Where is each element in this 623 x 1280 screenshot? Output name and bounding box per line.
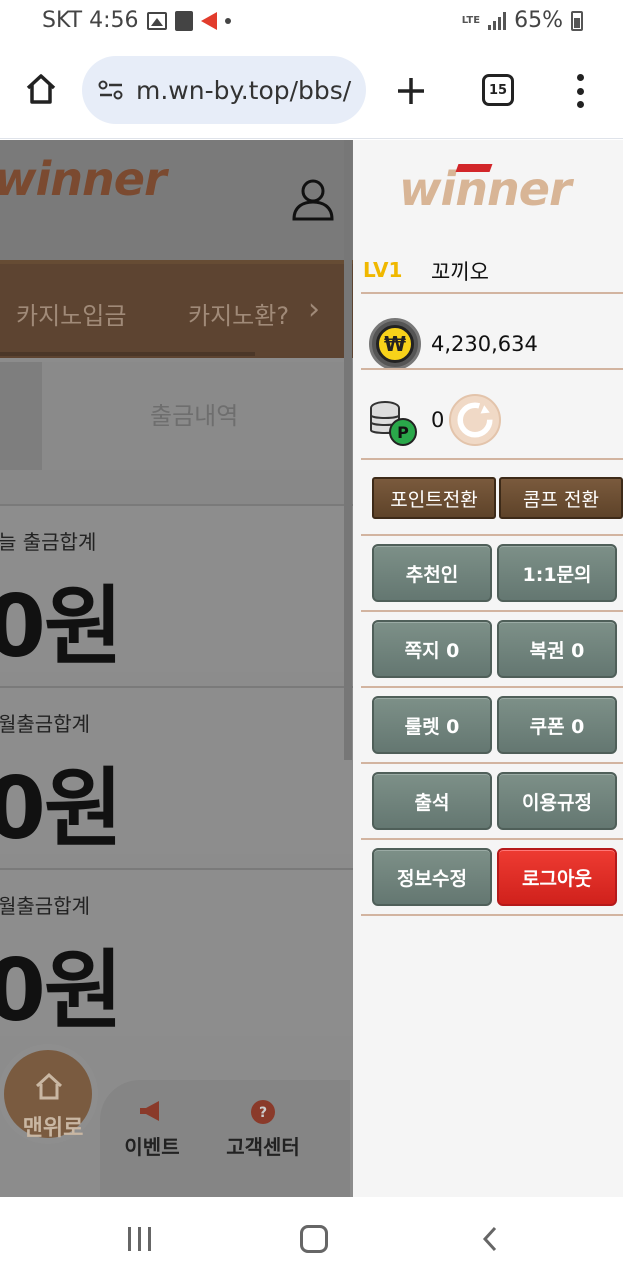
battery-icon (571, 10, 583, 31)
scroll-top-button[interactable]: 맨위로 (0, 1044, 98, 1144)
page-tabs: 출금내역 (0, 362, 353, 504)
card-amount: 0원 (0, 577, 123, 677)
megaphone-icon (200, 11, 217, 30)
user-icon[interactable] (290, 176, 336, 222)
scrollbar[interactable] (344, 140, 352, 760)
site-settings-icon[interactable] (98, 80, 124, 100)
point-letter: P (397, 423, 409, 442)
point-coins-icon: P (370, 401, 417, 446)
page-background: winner 카지노입금 카지노환? › 출금내역 늘 출금합계 0원 월출금합… (0, 140, 353, 1197)
summary-card: 월출금합계 0원 (0, 868, 353, 1041)
support-button[interactable]: ? 고객센터 (218, 1098, 308, 1160)
event-button[interactable]: 이벤트 (120, 1098, 184, 1160)
megaphone-icon (140, 1101, 159, 1121)
back-icon[interactable] (480, 1225, 500, 1253)
system-nav-bar (0, 1197, 623, 1280)
divider (361, 292, 623, 294)
divider (361, 368, 623, 370)
card-label: 월출금합계 (0, 894, 90, 918)
inquiry-button[interactable]: 1:1문의 (497, 544, 617, 602)
logo-accent (455, 164, 493, 172)
card-amount: 0원 (0, 941, 123, 1041)
recent-apps-icon[interactable] (128, 1227, 151, 1251)
tab-withdraw-history[interactable]: 출금내역 (42, 362, 353, 470)
home-icon (35, 1072, 63, 1100)
more-notifications-icon (224, 17, 231, 24)
drawer-logo: winner (399, 162, 572, 216)
nav-divider (0, 352, 255, 356)
browser-toolbar: m.wn-by.top/bbs/ 15 (0, 44, 623, 139)
lottery-button[interactable]: 복권 0 (497, 620, 617, 678)
comp-convert-button[interactable]: 콤프 전환 (499, 477, 623, 519)
point-balance: 0 (431, 408, 445, 432)
money-balance: 4,230,634 (431, 332, 538, 356)
address-bar[interactable]: m.wn-by.top/bbs/ (82, 56, 366, 124)
nav-casino-exchange[interactable]: 카지노환? (188, 296, 289, 331)
username: 꼬끼오 (431, 260, 489, 284)
referrer-button[interactable]: 추천인 (372, 544, 492, 602)
card-amount: 0원 (0, 759, 123, 859)
point-convert-button[interactable]: 포인트전환 (372, 477, 496, 519)
card-label: 월출금합계 (0, 712, 90, 736)
divider (361, 838, 623, 840)
summary-card: 늘 출금합계 0원 (0, 504, 353, 677)
event-label: 이벤트 (124, 1135, 180, 1159)
won-symbol: ₩ (376, 325, 414, 363)
divider (361, 914, 623, 916)
support-label: 고객센터 (226, 1135, 300, 1159)
edit-info-button[interactable]: 정보수정 (372, 848, 492, 906)
logout-button[interactable]: 로그아웃 (497, 848, 617, 906)
roulette-button[interactable]: 룰렛 0 (372, 696, 492, 754)
tab-left[interactable] (0, 362, 42, 470)
summary-card: 월출금합계 0원 (0, 686, 353, 859)
tab-withdraw-history-label: 출금내역 (150, 402, 239, 430)
card-label: 늘 출금합계 (0, 530, 97, 554)
terms-button[interactable]: 이용규정 (497, 772, 617, 830)
tab-switcher-button[interactable]: 15 (482, 74, 514, 106)
svg-text:?: ? (259, 1105, 267, 1121)
page-header: winner (0, 140, 353, 260)
won-coin-icon: ₩ (369, 318, 421, 370)
new-tab-icon[interactable] (396, 76, 426, 106)
gallery-icon (146, 11, 167, 30)
memo-button[interactable]: 쪽지 0 (372, 620, 492, 678)
page-category-nav: 카지노입금 카지노환? › (0, 260, 353, 358)
divider (361, 610, 623, 612)
side-drawer: winner LV1 꼬끼오 ₩ 4,230,634 P 0 포인트전환 콤프 … (353, 140, 623, 1197)
home-icon[interactable] (24, 72, 58, 106)
url-text: m.wn-by.top/bbs/ (136, 75, 352, 105)
carrier-time: SKT 4:56 (42, 8, 139, 33)
help-icon: ? (251, 1100, 275, 1124)
nav-casino-deposit[interactable]: 카지노입금 (16, 296, 126, 331)
home-button-icon[interactable] (300, 1225, 328, 1253)
level-badge: LV1 (363, 258, 403, 282)
divider (361, 458, 623, 460)
chevron-right-icon[interactable]: › (308, 292, 320, 327)
divider (361, 686, 623, 688)
bottom-menu: 이벤트 ? 고객센터 (100, 1080, 350, 1197)
attendance-button[interactable]: 출석 (372, 772, 492, 830)
device-icon (174, 10, 193, 31)
signal-icon (488, 11, 507, 30)
divider (361, 534, 623, 536)
divider (361, 762, 623, 764)
overflow-menu-icon[interactable] (574, 74, 586, 108)
scroll-top-label: 맨위로 (22, 1116, 84, 1141)
network-type: LTE (461, 14, 481, 26)
status-bar: SKT 4:56 LTE 65% (0, 0, 623, 44)
refresh-icon[interactable] (449, 394, 501, 446)
page-logo: winner (0, 152, 167, 206)
battery-percent: 65% (514, 8, 563, 33)
coupon-button[interactable]: 쿠폰 0 (497, 696, 617, 754)
